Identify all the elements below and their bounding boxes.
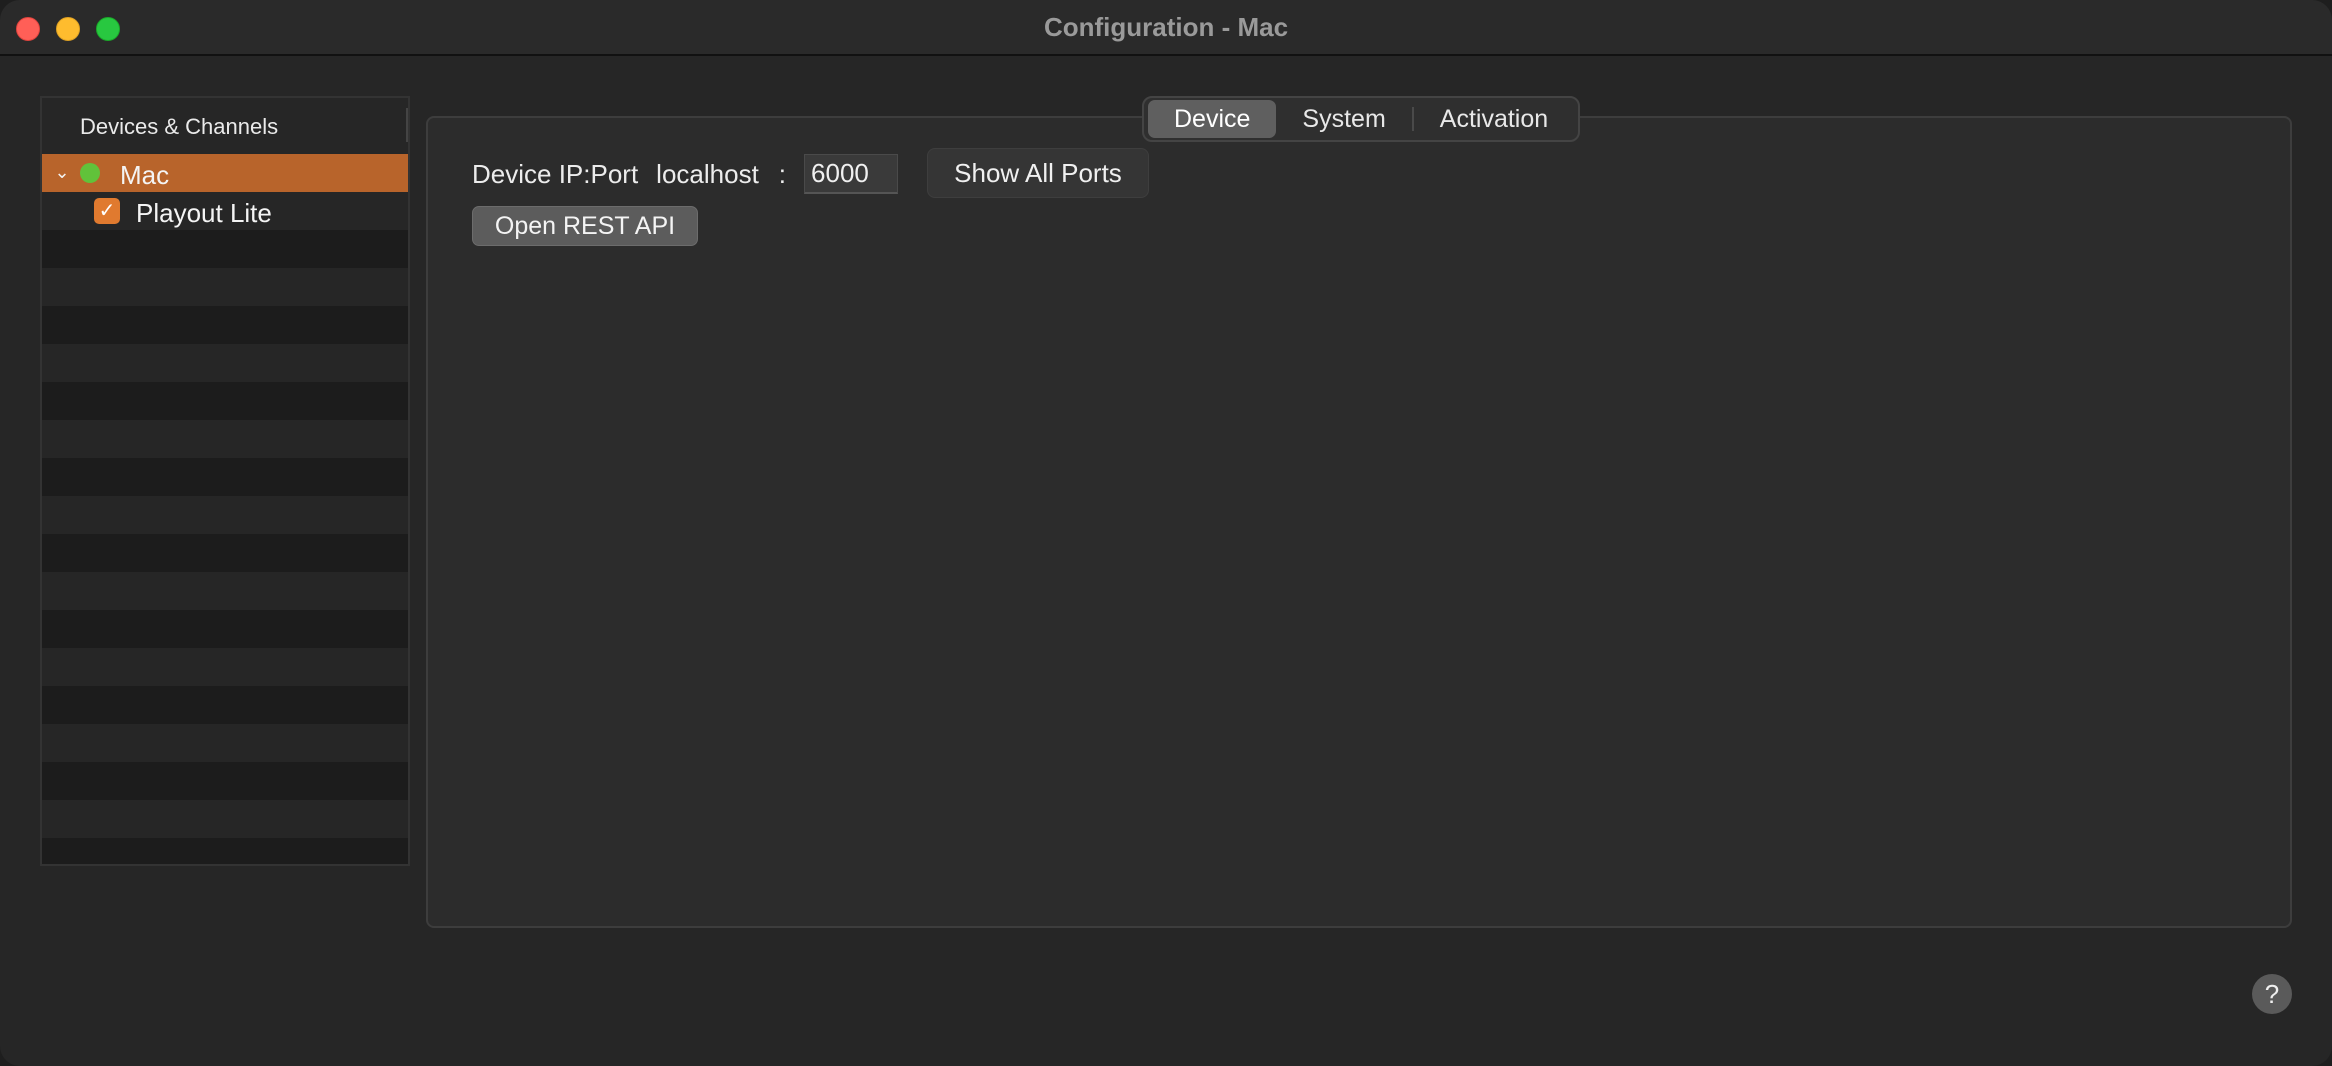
channel-checkbox[interactable]: ✓ (94, 198, 120, 224)
empty-row (42, 686, 408, 724)
chevron-down-icon[interactable]: ⌄ (52, 162, 72, 182)
empty-row (42, 230, 408, 268)
empty-row (42, 496, 408, 534)
empty-row (42, 838, 408, 864)
tree-item-playout-lite[interactable]: ✓ Playout Lite (42, 192, 408, 230)
empty-row (42, 534, 408, 572)
empty-row (42, 724, 408, 762)
sidebar-header-label: Devices & Channels (80, 114, 279, 139)
empty-row (42, 458, 408, 496)
empty-row (42, 572, 408, 610)
empty-row (42, 648, 408, 686)
device-tree: ⌄ Mac ✓ Playout Lite (42, 154, 408, 864)
empty-row (42, 762, 408, 800)
settings-tabs: Device System Activation (1142, 96, 1581, 142)
empty-row (42, 268, 408, 306)
window-title: Configuration - Mac (1043, 12, 1289, 42)
tree-item-label: Playout Lite (136, 198, 272, 228)
empty-row (42, 306, 408, 344)
empty-row (42, 420, 408, 458)
tab-system[interactable]: System (1276, 100, 1411, 138)
help-button[interactable]: ? (2252, 974, 2292, 1014)
tab-activation[interactable]: Activation (1414, 100, 1574, 138)
tree-item-mac[interactable]: ⌄ Mac (42, 154, 408, 192)
empty-row (42, 610, 408, 648)
tab-device[interactable]: Device (1148, 100, 1277, 138)
show-all-ports-button[interactable]: Show All Ports (927, 148, 1149, 198)
empty-row (42, 382, 408, 420)
open-rest-api-button[interactable]: Open REST API (472, 206, 698, 246)
column-resize-handle[interactable] (406, 108, 408, 142)
status-online-icon (80, 163, 100, 183)
device-ip-port-label: Device IP:Port (472, 158, 639, 189)
device-host: localhost (656, 158, 759, 189)
sidebar-header[interactable]: Devices & Channels (42, 98, 408, 154)
tree-item-label: Mac (120, 160, 170, 190)
empty-row (42, 344, 408, 382)
port-input[interactable] (804, 154, 899, 194)
device-settings-panel (426, 116, 2292, 928)
title-bar[interactable]: Configuration - Mac (0, 0, 2332, 56)
devices-sidebar: Devices & Channels ⌄ Mac ✓ Playout Lite (40, 96, 410, 866)
empty-row (42, 800, 408, 838)
config-window: Configuration - Mac Devices & Channels ⌄… (0, 0, 2332, 1066)
device-ip-port-row: Device IP:Port localhost : (472, 152, 899, 196)
host-port-separator: : (778, 158, 787, 189)
